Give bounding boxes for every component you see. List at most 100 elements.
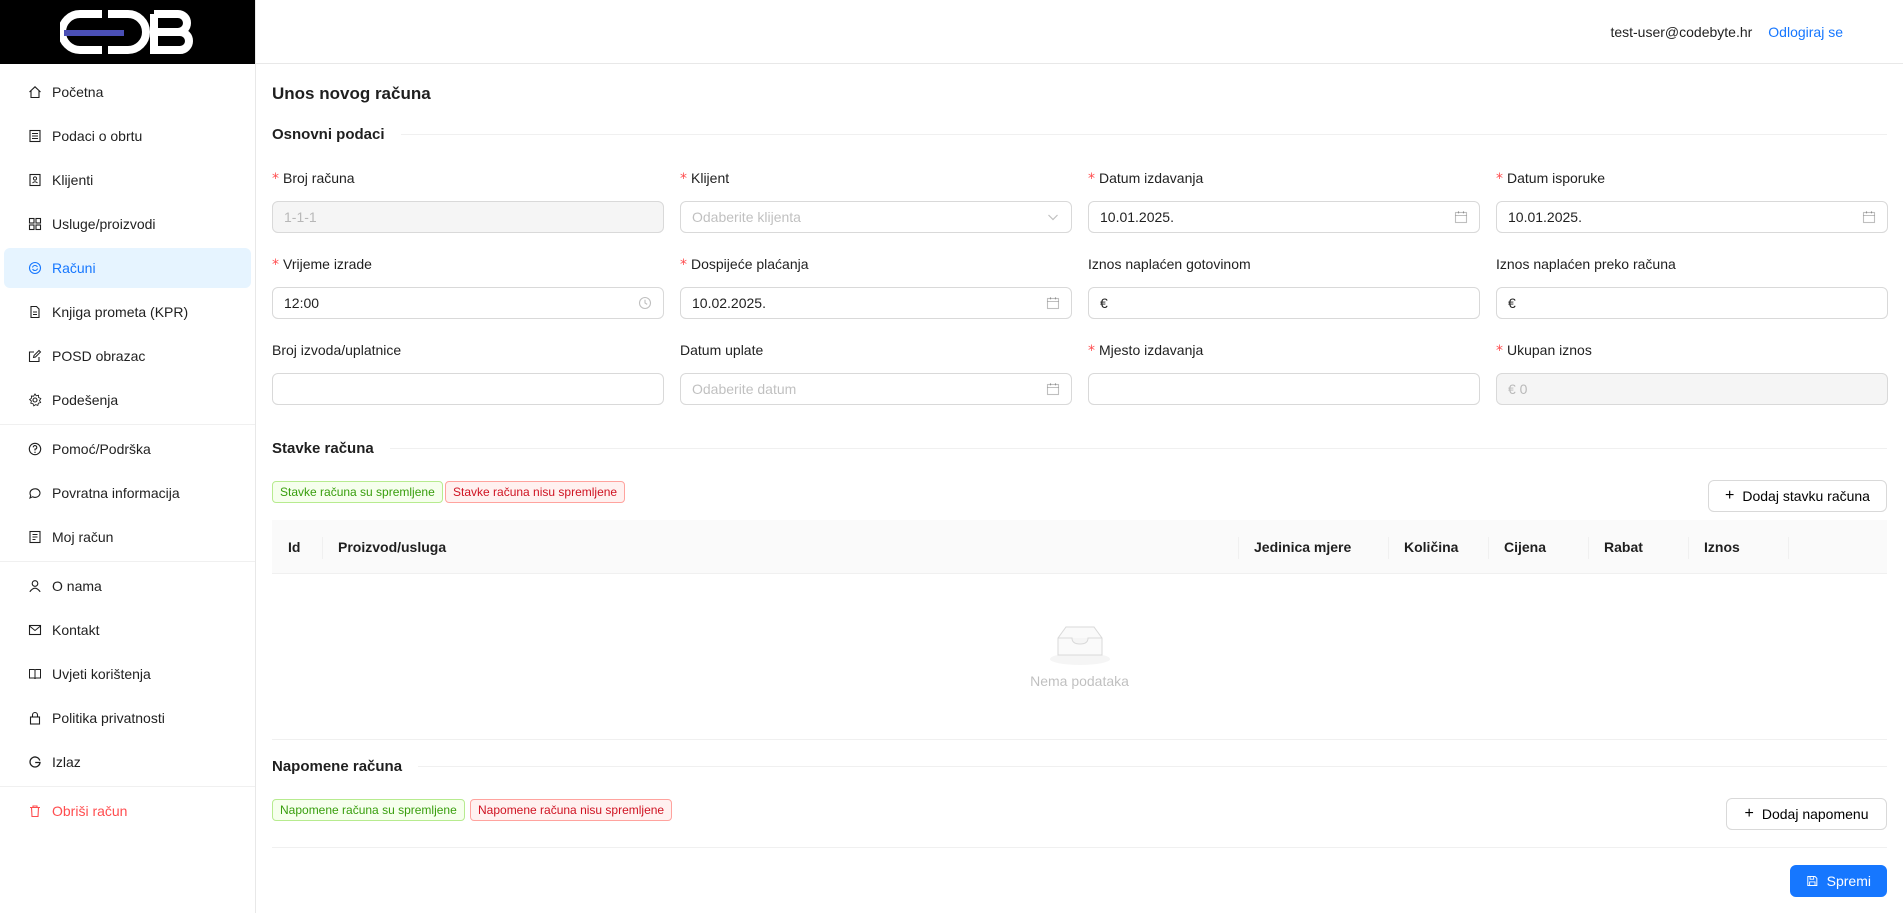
broj-racuna-input[interactable]: 1-1-1: [272, 201, 664, 233]
column-kolicina: Količina: [1388, 520, 1488, 574]
save-button[interactable]: Spremi: [1790, 865, 1887, 897]
column-rabat: Rabat: [1588, 520, 1688, 574]
sidebar-item-racuni[interactable]: Računi: [4, 248, 251, 288]
sidebar-item-label: POSD obrazac: [52, 348, 146, 364]
calendar-icon: [1046, 296, 1060, 310]
input-value: 10.01.2025.: [1508, 209, 1582, 225]
page-title: Unos novog računa: [272, 84, 431, 103]
top-header: test-user@codebyte.hr Odlogiraj se: [256, 0, 1903, 64]
field-datum-izdavanja: * Datum izdavanja 10.01.2025.: [1088, 167, 1480, 233]
section-divider: [418, 766, 1887, 767]
menu-divider: [0, 786, 255, 787]
label-text: Dospijeće plaćanja: [691, 256, 809, 272]
sidebar-item-politika[interactable]: Politika privatnosti: [4, 698, 251, 738]
calendar-icon: [1454, 210, 1468, 224]
sidebar-item-podesenja[interactable]: Podešenja: [4, 380, 251, 420]
footer-divider: [272, 847, 1887, 848]
section-napomene-racuna: Napomene računa: [272, 758, 1887, 775]
sidebar-item-usluge-proizvodi[interactable]: Usluge/proizvodi: [4, 204, 251, 244]
required-mark: *: [1496, 343, 1503, 359]
sidebar-item-obrisi-racun[interactable]: Obriši račun: [4, 791, 251, 831]
sidebar-item-pomoc[interactable]: Pomoć/Podrška: [4, 429, 251, 469]
input-value: 12:00: [284, 295, 320, 311]
sidebar: Početna Podaci o obrtu Klijenti Usluge/p…: [0, 0, 256, 913]
gotovina-input[interactable]: €: [1088, 287, 1480, 319]
vrijeme-izrade-picker[interactable]: 12:00: [272, 287, 664, 319]
field-broj-racuna: * Broj računa 1-1-1: [272, 167, 664, 233]
logo-icon: [60, 10, 193, 54]
klijent-select[interactable]: Odaberite klijenta: [680, 201, 1072, 233]
home-icon: [28, 85, 42, 99]
label-text: Mjesto izdavanja: [1099, 342, 1204, 358]
field-datum-isporuke: * Datum isporuke 10.01.2025.: [1496, 167, 1888, 233]
sidebar-item-podaci-o-obrtu[interactable]: Podaci o obrtu: [4, 116, 251, 156]
section-divider: [389, 448, 1887, 449]
sidebar-item-pocetna[interactable]: Početna: [4, 72, 251, 112]
empty-inbox-icon: [1049, 626, 1110, 665]
sidebar-item-label: Pomoć/Podrška: [52, 441, 151, 457]
column-id: Id: [288, 538, 301, 555]
column-cijena: Cijena: [1488, 520, 1588, 574]
required-mark: *: [1088, 171, 1095, 187]
preko-racuna-input[interactable]: €: [1496, 287, 1888, 319]
button-label: Dodaj stavku računa: [1742, 488, 1870, 504]
field-label: * Vrijeme izrade: [272, 253, 664, 275]
field-mjesto: * Mjesto izdavanja: [1088, 339, 1480, 405]
mail-icon: [28, 623, 42, 637]
section-stavke-racuna: Stavke računa: [272, 440, 1887, 457]
logo[interactable]: [0, 0, 255, 64]
notes-saved-tag: Napomene računa su spremljene: [272, 799, 465, 821]
sidebar-item-uvjeti[interactable]: Uvjeti korištenja: [4, 654, 251, 694]
sidebar-item-label: Računi: [52, 260, 96, 276]
mjesto-input[interactable]: [1088, 373, 1480, 405]
sidebar-item-klijenti[interactable]: Klijenti: [4, 160, 251, 200]
plus-icon: +: [1744, 805, 1754, 822]
field-datum-uplate: Datum uplate Odaberite datum: [680, 339, 1072, 405]
sidebar-item-izlaz[interactable]: Izlaz: [4, 742, 251, 782]
sidebar-item-povratna-informacija[interactable]: Povratna informacija: [4, 473, 251, 513]
add-item-button[interactable]: + Dodaj stavku računa: [1708, 480, 1887, 512]
required-mark: *: [1088, 343, 1095, 359]
sidebar-item-kontakt[interactable]: Kontakt: [4, 610, 251, 650]
sidebar-item-label: Knjiga prometa (KPR): [52, 304, 189, 320]
logout-link[interactable]: Odlogiraj se: [1768, 24, 1843, 40]
input-value: 10.02.2025.: [692, 295, 766, 311]
sidebar-item-o-nama[interactable]: O nama: [4, 566, 251, 606]
field-gotovina: Iznos naplaćen gotovinom €: [1088, 253, 1480, 319]
field-broj-izvoda: Broj izvoda/uplatnice: [272, 339, 664, 405]
field-label: Iznos naplaćen gotovinom: [1088, 253, 1480, 275]
sidebar-item-posd[interactable]: POSD obrazac: [4, 336, 251, 376]
datum-izdavanja-picker[interactable]: 10.01.2025.: [1088, 201, 1480, 233]
edit-icon: [28, 349, 42, 363]
sidebar-item-label: O nama: [52, 578, 102, 594]
dospijece-picker[interactable]: 10.02.2025.: [680, 287, 1072, 319]
field-label: * Klijent: [680, 167, 1072, 189]
sidebar-item-label: Klijenti: [52, 172, 94, 188]
label-text: Broj izvoda/uplatnice: [272, 342, 402, 358]
lock-icon: [28, 711, 42, 725]
column-proizvod: Proizvod/usluga: [322, 520, 1238, 574]
required-mark: *: [680, 257, 687, 273]
field-preko-racuna: Iznos naplaćen preko računa €: [1496, 253, 1888, 319]
section-title-text: Osnovni podaci: [272, 126, 385, 143]
button-label: Dodaj napomenu: [1761, 806, 1869, 822]
field-label: * Ukupan iznos: [1496, 339, 1888, 361]
label-text: Iznos naplaćen gotovinom: [1088, 256, 1251, 272]
sidebar-item-label: Kontakt: [52, 622, 100, 638]
clock-icon: [638, 296, 652, 310]
sidebar-item-label: Usluge/proizvodi: [52, 216, 156, 232]
plus-icon: +: [1725, 487, 1735, 504]
book-icon: [28, 667, 42, 681]
sidebar-item-moj-racun[interactable]: Moj račun: [4, 517, 251, 557]
user-email: test-user@codebyte.hr: [1610, 23, 1753, 40]
profile-icon: [28, 530, 42, 544]
datum-uplate-picker[interactable]: Odaberite datum: [680, 373, 1072, 405]
label-text: Vrijeme izrade: [283, 256, 372, 272]
add-note-button[interactable]: + Dodaj napomenu: [1726, 798, 1887, 830]
broj-izvoda-input[interactable]: [272, 373, 664, 405]
label-text: Iznos naplaćen preko računa: [1496, 256, 1676, 272]
datum-isporuke-picker[interactable]: 10.01.2025.: [1496, 201, 1888, 233]
sidebar-item-kpr[interactable]: Knjiga prometa (KPR): [4, 292, 251, 332]
menu-divider: [0, 424, 255, 425]
ukupan-iznos-input[interactable]: € 0: [1496, 373, 1888, 405]
